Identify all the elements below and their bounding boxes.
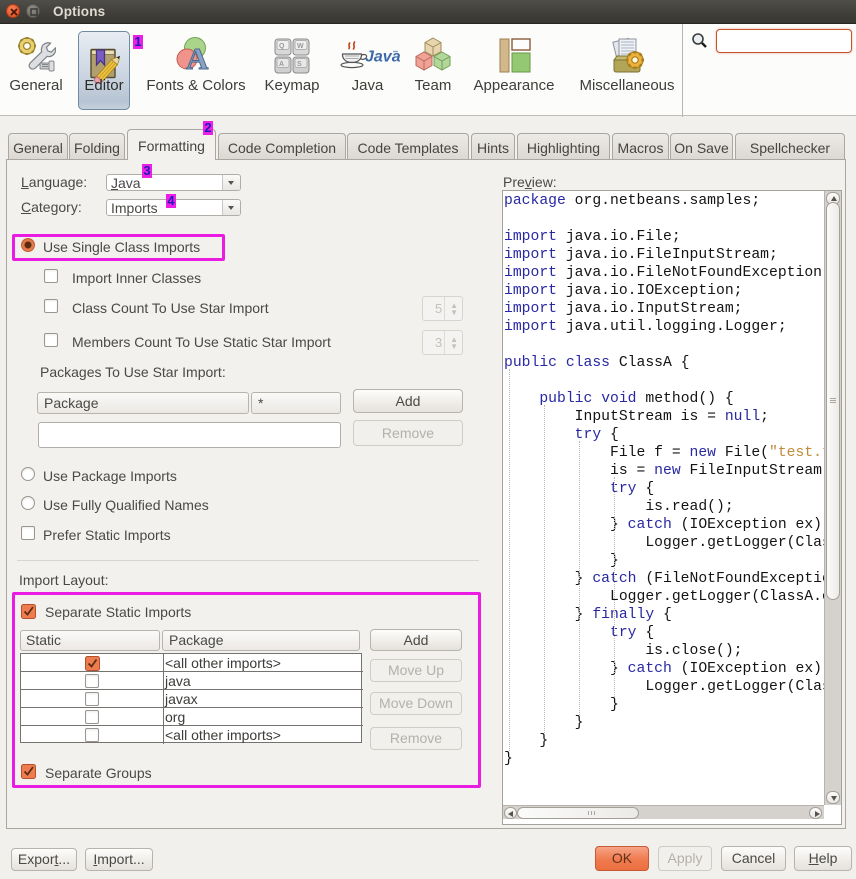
svg-text:Q: Q — [279, 43, 285, 50]
svg-text:A: A — [279, 61, 284, 68]
svg-text:A: A — [186, 41, 209, 76]
svg-text:W: W — [297, 43, 304, 50]
svg-text:S: S — [297, 61, 302, 68]
